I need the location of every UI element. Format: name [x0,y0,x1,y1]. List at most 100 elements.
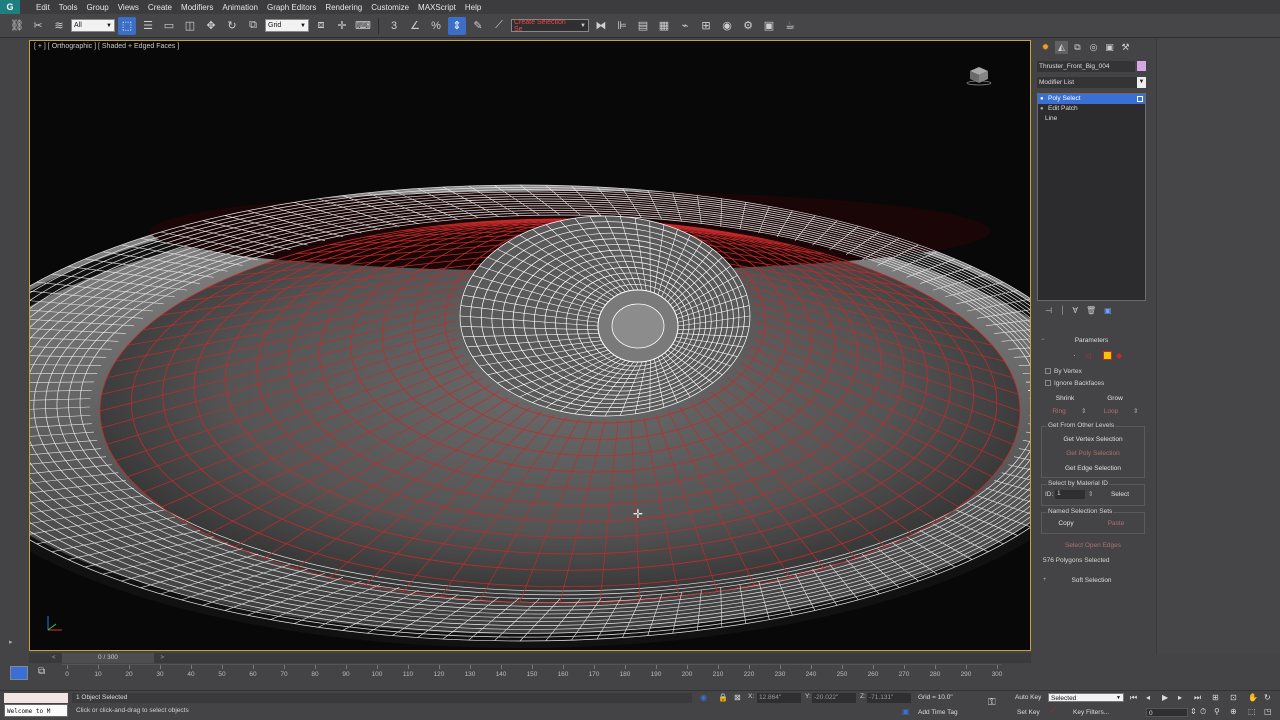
track-bar[interactable]: 0 10 20 30 40 50 60 70 80 90 100 110 120 130 140 150 160… [62,664,1002,690]
go-to-end-icon[interactable]: ⏭ [1194,693,1201,703]
go-to-start-icon[interactable]: ⏮ [1130,693,1137,703]
render-production-icon[interactable]: ☕ [781,17,799,35]
edge-level-icon[interactable]: ◁ [1085,351,1094,360]
menu-create[interactable]: Create [148,3,181,12]
id-spinner-icon[interactable]: ⇕ [1088,490,1093,498]
stack-item-line[interactable]: Line [1038,114,1145,124]
stack-item-poly-select[interactable]: ● Poly Select [1038,94,1145,104]
x-coordinate-field[interactable]: 12.864" [757,693,801,703]
set-key-button[interactable]: Set Key [1017,709,1040,716]
z-coordinate-field[interactable]: -71.131" [867,693,911,703]
show-end-result-icon[interactable]: ⏐ [1060,306,1065,318]
add-time-tag-button[interactable]: Add Time Tag [918,709,958,716]
named-selection-select[interactable]: Create Selection Se ▼ [511,19,589,33]
material-editor-icon[interactable]: ◉ [718,17,736,35]
paste-button[interactable]: Paste [1097,519,1135,529]
time-tag-icon[interactable]: ▣ [902,707,910,716]
selection-lock-icon[interactable]: 🔒 [718,693,728,702]
select-scale-icon[interactable]: ⧉ [244,17,262,35]
menu-edit[interactable]: Edit [36,3,59,12]
percent-snap-icon[interactable]: % [427,17,445,35]
rendered-frame-window-icon[interactable]: ▣ [760,17,778,35]
select-move-icon[interactable]: ✥ [202,17,220,35]
motion-tab-icon[interactable]: ◎ [1087,41,1100,54]
rectangular-selection-icon[interactable]: ▭ [160,17,178,35]
snaps-toggle-icon[interactable]: 3 [385,17,403,35]
polygon-level-icon[interactable] [1103,351,1112,360]
select-id-button[interactable]: Select [1107,490,1133,500]
parameters-rollout-title[interactable]: Parameters [1037,336,1146,346]
named-sets-icon[interactable]: ⟋ [490,17,508,35]
loop-button[interactable]: Loop [1093,407,1129,417]
walk-through-icon[interactable]: ◳ [1264,707,1272,716]
time-slider[interactable]: < 0 / 300 > [29,653,1031,663]
current-frame-field[interactable]: 0 [1146,708,1188,717]
get-vertex-selection-button[interactable]: Get Vertex Selection [1047,435,1139,445]
ring-button[interactable]: Ring [1041,407,1077,417]
manipulate-icon[interactable]: ✛ [333,17,351,35]
material-id-field[interactable]: 1 [1055,490,1085,499]
viewcube-icon[interactable] [966,63,992,87]
create-tab-icon[interactable]: ✹ [1039,41,1052,54]
by-vertex-checkbox[interactable]: By Vertex [1045,368,1082,375]
utilities-tab-icon[interactable]: ⚒ [1119,41,1132,54]
schematic-view-icon[interactable]: ⊞ [697,17,715,35]
lightbulb-icon[interactable]: ● [1040,104,1044,114]
menu-tools[interactable]: Tools [59,3,87,12]
select-open-edges-button[interactable]: Select Open Edges [1043,541,1143,551]
time-configuration-icon[interactable]: ⏱ [1200,707,1206,717]
lightbulb-icon[interactable]: ● [1040,94,1044,104]
vertex-level-icon[interactable]: · [1073,351,1082,360]
reference-coordinate-select[interactable]: Grid ▼ [265,19,309,32]
menu-maxscript[interactable]: MAXScript [418,3,465,12]
ring-spinner-icon[interactable]: ⇕ [1081,407,1086,415]
next-frame-icon[interactable]: > [160,653,164,663]
pan-view-icon[interactable]: ✋ [1248,693,1258,702]
select-by-name-icon[interactable]: ☰ [139,17,157,35]
collapse-icon[interactable]: − [1041,337,1045,343]
maxscript-listener-field[interactable]: Welcome to M [4,704,68,717]
graphite-ribbon-icon[interactable]: ▦ [655,17,673,35]
menu-help[interactable]: Help [465,3,490,12]
viewport-orthographic[interactable]: [ + ] [ Orthographic ] [ Shaded + Edged … [29,40,1031,651]
maximize-viewport-icon[interactable]: ⬚ [1248,707,1256,716]
play-icon[interactable]: ▶ [1162,693,1168,702]
expand-icon[interactable]: ▸ [9,638,13,646]
layer-manager-icon[interactable]: ▤ [634,17,652,35]
menu-graph-editors[interactable]: Graph Editors [267,3,325,12]
key-filters-button[interactable]: Key Filters... [1073,709,1109,716]
next-key-icon[interactable]: ▸ [1178,693,1182,702]
object-name-field[interactable]: Thruster_Front_Big_004 [1037,61,1135,72]
time-slider-thumb[interactable]: < 0 / 300 > [52,653,164,663]
set-key-icon[interactable]: ⚿ [988,697,996,708]
menu-rendering[interactable]: Rendering [325,3,371,12]
display-tab-icon[interactable]: ▣ [1103,41,1116,54]
zoom-extents-icon[interactable]: ⊞ [1212,693,1219,702]
spinner-snap-icon[interactable]: ⇕ [448,16,466,35]
auto-key-button[interactable]: Auto Key [1015,694,1041,701]
object-color-swatch[interactable] [1137,61,1146,71]
track-bar-menu-icon[interactable]: ⧉ [38,666,45,677]
isolate-selection-icon[interactable]: ◉ [700,693,707,702]
bind-space-warp-icon[interactable]: ≋ [50,17,68,35]
element-level-icon[interactable]: ◆ [1116,351,1125,360]
field-of-view-icon[interactable]: ⊡ [1230,693,1237,702]
remove-modifier-icon[interactable]: 🗑 [1086,306,1096,318]
zoom-icon[interactable]: ⚲ [1214,707,1220,716]
unlink-icon[interactable]: ✂ [29,17,47,35]
key-mode-select[interactable]: Selected ▼ [1048,693,1124,702]
modify-tab-icon[interactable]: ◭ [1055,40,1068,54]
maxscript-mini-listener[interactable] [4,693,68,703]
modifier-list-dropdown[interactable]: Modifier List ▼ [1037,77,1146,88]
menu-group[interactable]: Group [86,3,117,12]
window-crossing-icon[interactable]: ◫ [181,17,199,35]
soft-selection-rollout-title[interactable]: Soft Selection [1037,576,1146,586]
get-edge-selection-button[interactable]: Get Edge Selection [1047,464,1139,474]
edit-named-selection-icon[interactable]: ✎ [469,17,487,35]
ignore-backfaces-checkbox[interactable]: Ignore Backfaces [1045,380,1104,387]
configure-sets-icon[interactable]: ▣ [1104,306,1112,318]
loop-spinner-icon[interactable]: ⇕ [1133,407,1138,415]
absolute-mode-icon[interactable]: ⊠ [734,693,741,702]
keyboard-shortcut-icon[interactable]: ⌨ [354,17,372,35]
pin-stack-icon[interactable]: ⊣ [1045,306,1052,318]
